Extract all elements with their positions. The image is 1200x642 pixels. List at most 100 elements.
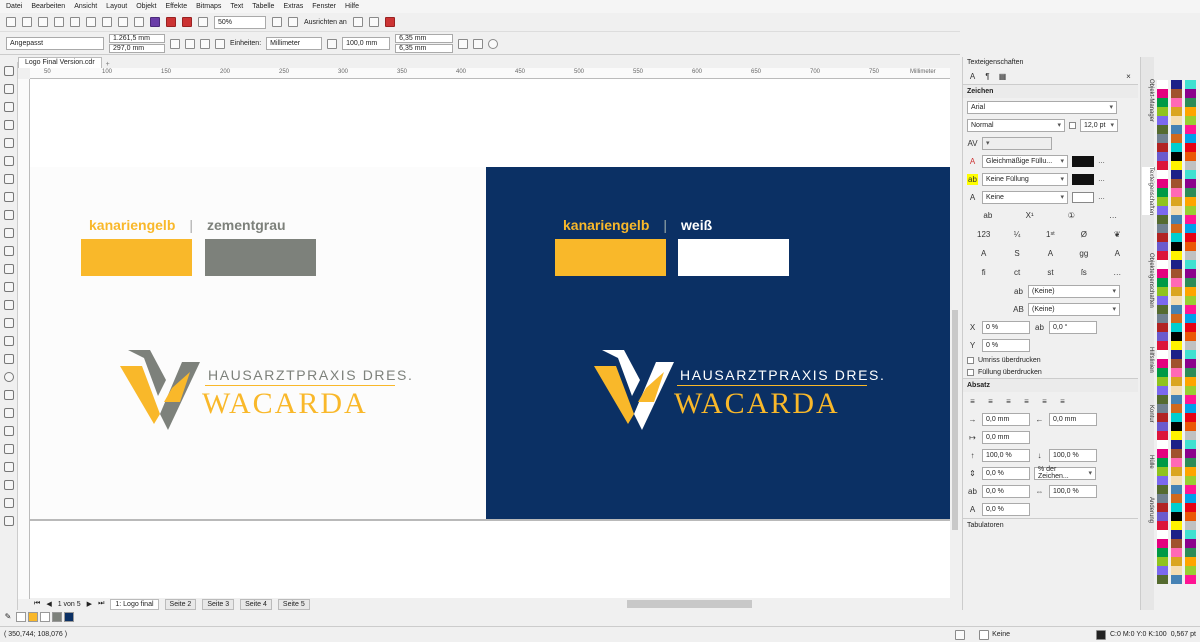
- palette-color-swatch[interactable]: [1157, 80, 1168, 89]
- contextual-icon[interactable]: A: [1112, 248, 1123, 259]
- eyedropper-icon[interactable]: ✎: [2, 612, 14, 622]
- drop-shadow-icon[interactable]: [3, 282, 14, 292]
- font-size-select[interactable]: 12,0 pt: [1080, 118, 1118, 132]
- zoom-page-icon[interactable]: [3, 480, 14, 490]
- palette-color-swatch[interactable]: [1185, 233, 1196, 242]
- palette-color-swatch[interactable]: [1157, 503, 1168, 512]
- fill-color-swatch[interactable]: [1072, 155, 1094, 167]
- palette-color-swatch[interactable]: [1185, 368, 1196, 377]
- space-before-input[interactable]: 100,0 %: [982, 448, 1030, 462]
- palette-color-swatch[interactable]: [1157, 170, 1168, 179]
- artistic-media-icon[interactable]: [3, 156, 14, 166]
- zoom-in-icon[interactable]: [3, 408, 14, 418]
- line-spacing-unit-select[interactable]: % der Zeichen...: [1034, 466, 1096, 480]
- zoom-tool-icon[interactable]: [3, 120, 14, 130]
- palette-color-swatch[interactable]: [1185, 476, 1196, 485]
- undo-icon[interactable]: [118, 17, 128, 27]
- menu-effekte[interactable]: Effekte: [165, 3, 187, 10]
- palette-color-swatch[interactable]: [1157, 566, 1168, 575]
- palette-color-swatch[interactable]: [1171, 134, 1182, 143]
- document-tab[interactable]: Logo Final Version.cdr: [18, 57, 102, 68]
- titling-icon[interactable]: A: [1045, 248, 1056, 259]
- palette-color-swatch[interactable]: [1157, 395, 1168, 404]
- palette-color-swatch[interactable]: [1171, 440, 1182, 449]
- palette-color-swatch[interactable]: [1185, 251, 1196, 260]
- palette-color-swatch[interactable]: [1171, 377, 1182, 386]
- strikethrough-select[interactable]: (Keine): [1028, 284, 1120, 298]
- palette-color-swatch[interactable]: [1171, 161, 1182, 170]
- palette-color-swatch[interactable]: [1185, 494, 1196, 503]
- text-tool-icon[interactable]: [3, 228, 14, 238]
- palette-color-swatch[interactable]: [1171, 395, 1182, 404]
- palette-color-swatch[interactable]: [1185, 260, 1196, 269]
- palette-color-swatch[interactable]: [1171, 278, 1182, 287]
- options-icon[interactable]: [368, 17, 379, 27]
- palette-color-swatch[interactable]: [1171, 530, 1182, 539]
- indent-right-input[interactable]: 0,0 mm: [1049, 412, 1097, 426]
- landscape-icon[interactable]: [185, 38, 195, 49]
- palette-color-swatch[interactable]: [1157, 521, 1168, 530]
- palette-color-swatch[interactable]: [1185, 350, 1196, 359]
- launch-icon[interactable]: [384, 17, 395, 27]
- menu-fenster[interactable]: Fenster: [312, 3, 336, 10]
- palette-color-swatch[interactable]: [1171, 179, 1182, 188]
- swash-icon[interactable]: S: [1012, 248, 1023, 259]
- welcome-screen-icon[interactable]: [352, 17, 363, 27]
- palette-color-swatch[interactable]: [1171, 341, 1182, 350]
- page-tab-1[interactable]: 1: Logo final: [110, 598, 159, 610]
- palette-color-swatch[interactable]: [1185, 413, 1196, 422]
- palette-color-swatch[interactable]: [1171, 422, 1182, 431]
- overline-select[interactable]: (Keine): [1028, 302, 1120, 316]
- all-pages-icon[interactable]: [200, 38, 210, 49]
- zoom-all-icon[interactable]: [3, 462, 14, 472]
- palette-color-swatch[interactable]: [1157, 242, 1168, 251]
- connector-tool-icon[interactable]: [3, 264, 14, 274]
- palette-color-swatch[interactable]: [1157, 548, 1168, 557]
- align-none-icon[interactable]: ≡: [967, 396, 978, 407]
- palette-color-swatch[interactable]: [1185, 449, 1196, 458]
- palette-color-swatch[interactable]: [1171, 305, 1182, 314]
- palette-color-swatch[interactable]: [1185, 188, 1196, 197]
- more-icon[interactable]: …: [1098, 158, 1105, 165]
- palette-color-swatch[interactable]: [1157, 530, 1168, 539]
- table-tool-icon[interactable]: [3, 390, 14, 400]
- duplicate-x-input[interactable]: 6,35 mm: [395, 34, 454, 43]
- palette-color-swatch[interactable]: [1157, 350, 1168, 359]
- palette-color-swatch[interactable]: [1185, 89, 1196, 98]
- palette-color-swatch[interactable]: [1171, 557, 1182, 566]
- outline-color-swatch[interactable]: [1072, 191, 1094, 203]
- palette-color-swatch[interactable]: [1185, 377, 1196, 386]
- palette-color-swatch[interactable]: [1171, 89, 1182, 98]
- publish-pdf-icon[interactable]: [198, 17, 208, 27]
- palette-color-swatch[interactable]: [1185, 242, 1196, 251]
- side-tab-envelope[interactable]: Hülle: [1142, 455, 1154, 469]
- palette-color-swatch[interactable]: [1185, 305, 1196, 314]
- palette-color-swatch[interactable]: [1171, 575, 1182, 584]
- palette-color-swatch[interactable]: [1185, 98, 1196, 107]
- palette-color-swatch[interactable]: [1171, 548, 1182, 557]
- palette-color-swatch[interactable]: [1171, 566, 1182, 575]
- fraction-icon[interactable]: ¼: [1012, 229, 1023, 240]
- justify-icon[interactable]: ≡: [1039, 396, 1050, 407]
- more-icon[interactable]: …: [1098, 194, 1105, 201]
- side-tab-contour[interactable]: Kontur: [1142, 405, 1154, 423]
- palette-color-swatch[interactable]: [1157, 476, 1168, 485]
- ornament-icon[interactable]: ❦: [1112, 229, 1123, 240]
- portrait-icon[interactable]: [170, 38, 180, 49]
- parallel-dimension-icon[interactable]: [3, 246, 14, 256]
- palette-color-swatch[interactable]: [1185, 206, 1196, 215]
- palette-color-swatch[interactable]: [1185, 440, 1196, 449]
- palette-color-swatch[interactable]: [1185, 548, 1196, 557]
- kerning-range-select[interactable]: [982, 136, 1052, 150]
- palette-color-swatch[interactable]: [1157, 368, 1168, 377]
- palette-color-swatch[interactable]: [1171, 98, 1182, 107]
- palette-color-swatch[interactable]: [1185, 485, 1196, 494]
- palette-color-swatch[interactable]: [1185, 80, 1196, 89]
- palette-color-swatch[interactable]: [1185, 557, 1196, 566]
- page-height-input[interactable]: 297,0 mm: [109, 44, 165, 53]
- palette-color-swatch[interactable]: [1171, 269, 1182, 278]
- zoom-level-select[interactable]: 50%: [214, 15, 266, 29]
- palette-color-swatch[interactable]: [1185, 314, 1196, 323]
- close-docker-icon[interactable]: ×: [1123, 71, 1134, 82]
- palette-color-swatch[interactable]: [1157, 260, 1168, 269]
